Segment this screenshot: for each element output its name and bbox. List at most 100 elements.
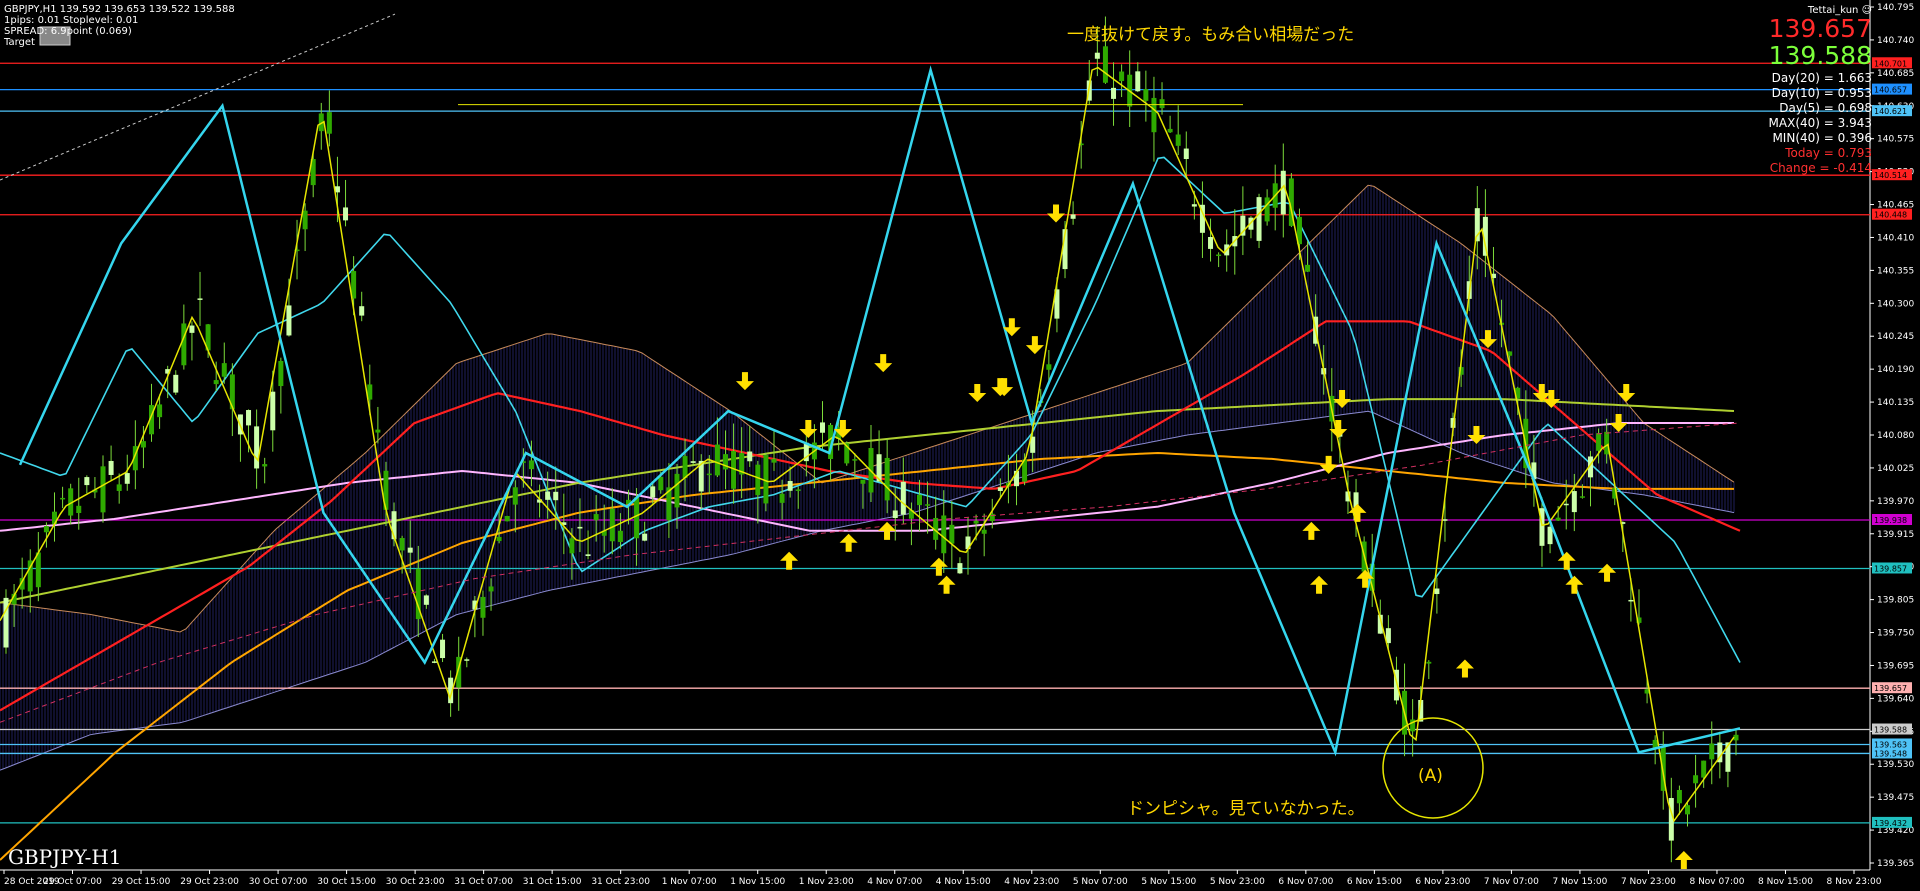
x-tick-label: 8 Nov 07:00	[1689, 877, 1744, 887]
buy-arrow-icon	[1598, 563, 1617, 582]
candle-body	[1571, 491, 1577, 513]
candle-body	[1111, 87, 1117, 99]
candle-body	[545, 491, 551, 500]
level-price-label: 140.448	[1874, 211, 1907, 220]
y-tick-label: 140.300	[1877, 299, 1914, 309]
x-tick-label: 1 Nov 23:00	[799, 877, 854, 887]
candle-body	[1264, 197, 1270, 222]
fast-ma-yellow	[0, 66, 1735, 823]
y-tick-label: 140.025	[1877, 464, 1914, 474]
candle-body	[949, 524, 955, 544]
candle-body	[658, 476, 664, 491]
sell-arrow-icon	[1609, 413, 1628, 432]
candle-body	[1305, 264, 1311, 272]
candle-body	[771, 458, 777, 463]
x-tick-label: 6 Nov 23:00	[1415, 877, 1470, 887]
buy-arrow-icon	[1557, 551, 1576, 570]
candle-body	[1579, 496, 1585, 498]
candle-body	[278, 360, 284, 387]
candle-body	[577, 526, 583, 529]
candle-body	[763, 455, 769, 504]
candle-body	[157, 404, 163, 418]
stat-line-5: Today = 0.793	[1785, 146, 1872, 160]
candle-body	[375, 429, 381, 433]
buy-arrow-icon	[937, 575, 956, 594]
x-tick-label: 1 Nov 15:00	[730, 877, 785, 887]
candle-body	[1701, 760, 1707, 778]
y-tick-label: 139.805	[1877, 596, 1914, 606]
stat-line-3: MAX(40) = 3.943	[1768, 116, 1872, 130]
x-tick-label: 7 Nov 15:00	[1552, 877, 1607, 887]
y-tick-label: 140.410	[1877, 233, 1914, 243]
candle-body	[1563, 503, 1569, 506]
candle-body	[464, 659, 470, 661]
stat-line-0: Day(20) = 1.663	[1771, 71, 1872, 85]
candle-body	[706, 473, 712, 476]
symbol-line: GBPJPY,H1 139.592 139.653 139.522 139.58…	[4, 4, 235, 15]
candle-body	[1135, 71, 1141, 92]
x-tick-label: 29 Oct 23:00	[180, 877, 239, 887]
candle-body	[326, 112, 332, 134]
candle-body	[900, 481, 906, 515]
candle-body	[585, 554, 591, 557]
candle-body	[650, 486, 656, 498]
y-tick-label: 140.135	[1877, 398, 1914, 408]
candle-body	[1628, 599, 1634, 602]
candle-body	[787, 481, 793, 491]
candle-body	[1183, 148, 1189, 160]
candle-body	[254, 426, 260, 469]
price-chart[interactable]: 140.795140.740140.685140.630140.575140.5…	[0, 0, 1920, 891]
candle-body	[440, 639, 446, 659]
x-tick-label: 8 Nov 23:00	[1827, 877, 1882, 887]
x-tick-label: 5 Nov 23:00	[1210, 877, 1265, 887]
candle-body	[925, 504, 931, 506]
candle-body	[779, 493, 785, 503]
candle-body	[43, 526, 49, 533]
x-tick-label: 6 Nov 15:00	[1347, 877, 1402, 887]
candle-body	[60, 497, 66, 500]
y-tick-label: 139.530	[1877, 760, 1914, 770]
candle-body	[1280, 170, 1286, 215]
candle-body	[852, 459, 858, 461]
candle-body	[1119, 71, 1125, 82]
candle-body	[270, 391, 276, 431]
candle-body	[108, 460, 114, 475]
x-tick-label: 5 Nov 07:00	[1073, 877, 1128, 887]
candle-body	[997, 487, 1003, 491]
annotation-circle-label: (A)	[1418, 766, 1443, 786]
candle-body	[553, 491, 559, 501]
x-tick-label: 7 Nov 23:00	[1621, 877, 1676, 887]
buy-arrow-icon	[1565, 575, 1584, 594]
x-tick-label: 4 Nov 07:00	[867, 877, 922, 887]
y-tick-label: 140.740	[1877, 36, 1914, 46]
x-tick-label: 31 Oct 15:00	[523, 877, 582, 887]
candle-body	[941, 515, 947, 554]
y-tick-label: 139.915	[1877, 530, 1914, 540]
y-tick-label: 140.575	[1877, 135, 1914, 145]
x-tick-label: 4 Nov 15:00	[936, 877, 991, 887]
y-tick-label: 139.640	[1877, 694, 1914, 704]
candle-body	[1175, 134, 1181, 146]
candle-body	[682, 456, 688, 479]
candle-body	[1555, 517, 1561, 521]
x-tick-label: 6 Nov 07:00	[1278, 877, 1333, 887]
x-tick-label: 1 Nov 07:00	[662, 877, 717, 887]
stat-line-4: MIN(40) = 0.396	[1772, 131, 1872, 145]
buy-arrow-icon	[1310, 575, 1329, 594]
sell-arrow-icon	[874, 354, 893, 373]
y-tick-label: 140.795	[1877, 3, 1914, 13]
level-price-label: 139.588	[1874, 726, 1907, 735]
buy-arrow-icon	[929, 557, 948, 576]
candle-body	[1216, 254, 1222, 257]
candle-body	[674, 473, 680, 508]
candle-body	[140, 441, 146, 448]
candle-body	[84, 477, 90, 486]
level-price-label: 140.701	[1874, 59, 1907, 68]
candle-body	[973, 520, 979, 524]
candle-body	[917, 494, 923, 506]
candle-body	[892, 510, 898, 518]
x-tick-label: 5 Nov 15:00	[1141, 877, 1196, 887]
buy-arrow-icon	[1674, 851, 1693, 870]
candle-body	[431, 661, 437, 663]
candle-body	[593, 514, 599, 521]
